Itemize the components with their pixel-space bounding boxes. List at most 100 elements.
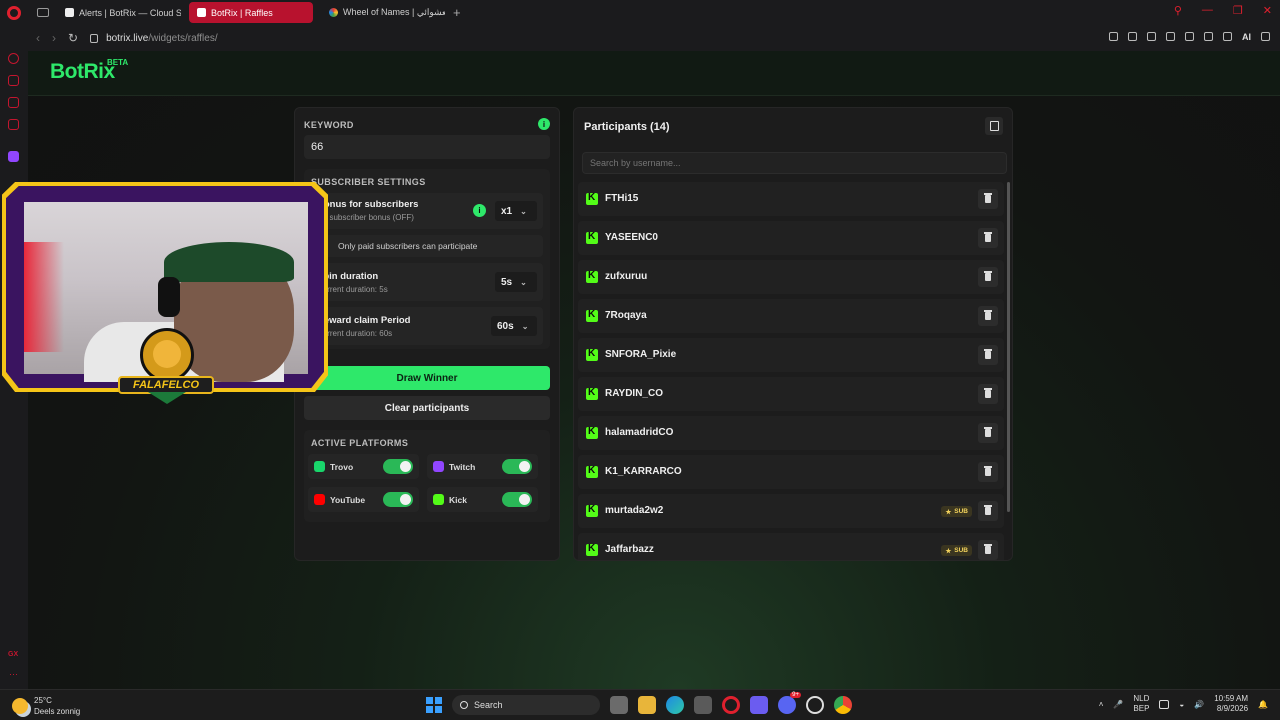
heart-icon[interactable]: [1185, 32, 1194, 41]
tab-raffles[interactable]: BotRix | Raffles: [189, 2, 313, 23]
display-icon[interactable]: [1159, 699, 1170, 709]
trash-icon[interactable]: [978, 267, 998, 287]
participant-search-input[interactable]: [582, 152, 1007, 174]
browser-toolbar: AI: [1109, 32, 1270, 42]
spin-duration-select[interactable]: 5s ⌄: [495, 272, 537, 292]
botrix-favicon-icon: [197, 8, 206, 17]
platform-name: Twitch: [449, 462, 476, 472]
weather-temp: 25°C: [34, 696, 52, 705]
restore-icon[interactable]: ❐: [1233, 4, 1243, 17]
opera-logo-icon[interactable]: [7, 5, 21, 20]
windows-start-icon[interactable]: [426, 697, 442, 713]
twitch-toggle[interactable]: [502, 459, 532, 474]
streamer-badge: FALAFELCO: [118, 376, 214, 394]
close-icon[interactable]: ✕: [1263, 4, 1272, 17]
botrix-logo[interactable]: BotRix: [50, 60, 115, 84]
participant-name: FTHi15: [605, 193, 639, 204]
participant-name: murtada2w2: [605, 505, 664, 516]
forward-icon[interactable]: ›: [52, 31, 56, 45]
bonus-multiplier-select[interactable]: x1 ⌄: [495, 201, 537, 221]
clear-participants-button[interactable]: Clear participants: [304, 396, 550, 420]
url-field[interactable]: botrix.live/widgets/raffles/: [106, 33, 218, 44]
microphone-icon[interactable]: 🎤: [1113, 700, 1123, 709]
trash-icon[interactable]: [978, 228, 998, 248]
list-item: K1_KARRARCO: [578, 455, 1004, 489]
chevron-up-icon[interactable]: ˄: [1099, 700, 1104, 709]
trash-icon[interactable]: [978, 501, 998, 521]
gx-control-icon[interactable]: [8, 53, 19, 64]
opera-gx-icon[interactable]: [722, 696, 740, 714]
minimize-icon[interactable]: —: [1202, 4, 1213, 17]
trash-icon[interactable]: [978, 384, 998, 404]
store-icon[interactable]: [8, 75, 19, 86]
raffle-settings-panel: KEYWORD i 66 SUBSCRIBER SETTINGS Bonus f…: [294, 107, 560, 561]
profile-icon[interactable]: [1204, 32, 1213, 41]
edge-icon[interactable]: [666, 696, 684, 714]
menu-icon[interactable]: [1261, 32, 1270, 41]
keyword-info-icon[interactable]: i: [538, 118, 550, 130]
network-icon[interactable]: ◒: [1179, 700, 1184, 709]
player-icon[interactable]: [1166, 32, 1175, 41]
trash-icon[interactable]: [978, 540, 998, 560]
tab-alerts[interactable]: Alerts | BotRix — Cloud Str: [57, 2, 181, 23]
kick-icon: [586, 504, 598, 517]
list-item: FTHi15: [578, 182, 1004, 216]
reload-icon[interactable]: ↻: [68, 31, 78, 45]
system-tray: ˄ 🎤 NLD BEP ◒ 🔊 10:59 AM 8/9/2026 🔔: [1099, 694, 1268, 714]
kick-icon: [586, 465, 598, 478]
twitch-icon[interactable]: [8, 151, 19, 162]
pin-icon[interactable]: [1109, 32, 1118, 41]
steam-icon[interactable]: [806, 696, 824, 714]
taskbar-search[interactable]: Search: [452, 695, 600, 715]
participant-name: zufxuruu: [605, 271, 648, 282]
subscriber-bonus-row: Bonus for subscribers No subscriber bonu…: [311, 193, 543, 229]
news-icon[interactable]: [8, 119, 19, 130]
stream-app-icon[interactable]: [750, 696, 768, 714]
store-icon[interactable]: [694, 696, 712, 714]
bonus-info-icon[interactable]: i: [473, 204, 486, 217]
notification-bell-icon[interactable]: 🔔: [1258, 700, 1268, 709]
file-explorer-icon[interactable]: [638, 696, 656, 714]
ai-button[interactable]: AI: [1242, 32, 1251, 42]
weather-widget[interactable]: 25°C Deels zonnig: [12, 695, 80, 717]
tab-wheel-of-names[interactable]: Wheel of Names | العشوائي: [321, 2, 445, 23]
volume-icon[interactable]: 🔊: [1194, 700, 1204, 709]
address-bar: ‹ › ↻ botrix.live/widgets/raffles/ AI: [28, 25, 1280, 51]
new-tab-button[interactable]: +: [453, 5, 461, 20]
chrome-icon[interactable]: [834, 696, 852, 714]
window-controls: ⚲ — ❐ ✕: [1174, 4, 1272, 17]
chevron-down-icon: ⌄: [520, 277, 527, 287]
trash-icon[interactable]: [978, 423, 998, 443]
keyword-label: KEYWORD: [304, 120, 354, 130]
trash-icon[interactable]: [978, 306, 998, 326]
kick-toggle[interactable]: [502, 492, 532, 507]
trash-icon[interactable]: [978, 189, 998, 209]
trash-icon[interactable]: [978, 462, 998, 482]
more-icon[interactable]: ⋯: [9, 669, 18, 680]
clock[interactable]: 10:59 AM 8/9/2026: [1214, 694, 1248, 714]
headset-icon: [158, 277, 180, 317]
participant-list-scrollbar[interactable]: [1007, 182, 1010, 512]
youtube-toggle[interactable]: [383, 492, 413, 507]
draw-winner-button[interactable]: Draw Winner: [304, 366, 550, 390]
kick-icon: [433, 494, 444, 505]
download-icon[interactable]: [1223, 32, 1232, 41]
reward-period-select[interactable]: 60s ⌄: [491, 316, 537, 336]
trash-icon[interactable]: [978, 345, 998, 365]
trovo-toggle[interactable]: [383, 459, 413, 474]
keyword-input[interactable]: 66: [304, 135, 550, 159]
paid-only-row[interactable]: Only paid subscribers can participate: [311, 235, 543, 257]
tab-menu-icon[interactable]: [37, 8, 49, 17]
task-view-icon[interactable]: [610, 696, 628, 714]
discord-icon[interactable]: 9+: [778, 692, 801, 714]
windows-taskbar: 25°C Deels zonnig Search 9+ ˄ 🎤 NLD BEP …: [0, 689, 1280, 720]
shield-icon[interactable]: [1147, 32, 1156, 41]
snapshot-icon[interactable]: [1128, 32, 1137, 41]
list-item: YASEENC0: [578, 221, 1004, 255]
language-indicator[interactable]: NLD BEP: [1133, 694, 1149, 714]
back-icon[interactable]: ‹: [36, 31, 40, 45]
lock-icon[interactable]: [90, 33, 99, 43]
messenger-icon[interactable]: [8, 97, 19, 108]
search-tabs-icon[interactable]: ⚲: [1174, 4, 1182, 17]
copy-icon[interactable]: [985, 117, 1003, 135]
